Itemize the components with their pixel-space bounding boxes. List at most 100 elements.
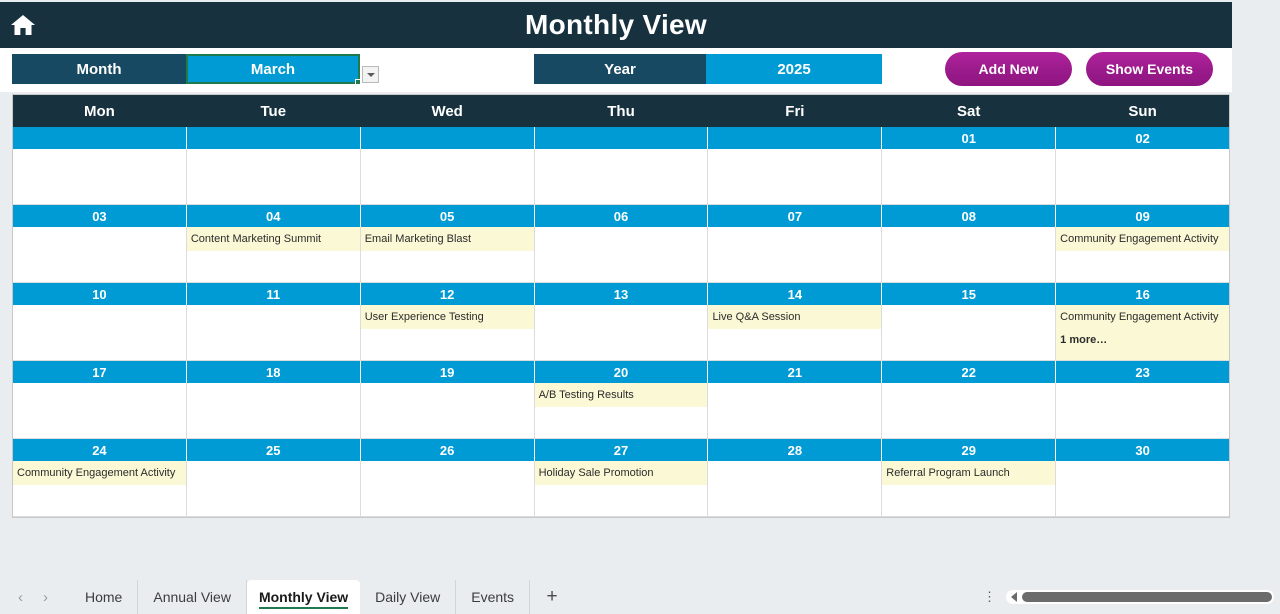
day-cell[interactable] xyxy=(13,305,187,361)
date-cell[interactable]: 11 xyxy=(186,283,361,305)
event-item[interactable]: User Experience Testing xyxy=(360,305,534,329)
date-cell[interactable]: 12 xyxy=(360,283,535,305)
date-cell[interactable]: 20 xyxy=(534,361,709,383)
day-cell[interactable] xyxy=(186,461,361,517)
day-cell[interactable] xyxy=(708,149,883,205)
month-select-cell[interactable]: March xyxy=(186,54,361,85)
date-cell[interactable]: 04 xyxy=(186,205,361,227)
event-item[interactable]: Community Engagement Activity xyxy=(1056,305,1230,329)
date-cell[interactable]: 10 xyxy=(13,283,187,305)
day-cell[interactable] xyxy=(186,149,361,205)
chevron-down-icon xyxy=(366,72,375,77)
day-cell[interactable]: User Experience Testing xyxy=(360,305,535,361)
prev-sheet-icon[interactable]: ‹ xyxy=(18,589,23,606)
next-sheet-icon[interactable]: › xyxy=(43,589,48,606)
day-cell[interactable]: Referral Program Launch xyxy=(882,461,1057,517)
date-cell[interactable]: 15 xyxy=(882,283,1057,305)
sheet-tab-daily-view[interactable]: Daily View xyxy=(360,580,457,614)
day-cell[interactable]: Holiday Sale Promotion xyxy=(534,461,709,517)
event-item[interactable]: Community Engagement Activity xyxy=(1056,227,1230,251)
month-dropdown-button[interactable] xyxy=(362,66,379,83)
event-item[interactable]: Holiday Sale Promotion xyxy=(534,461,708,485)
show-events-button[interactable]: Show Events xyxy=(1086,52,1213,86)
event-item[interactable]: Email Marketing Blast xyxy=(360,227,534,251)
day-cell[interactable] xyxy=(186,383,361,439)
scroll-left-icon[interactable] xyxy=(1011,592,1017,602)
date-cell[interactable]: 08 xyxy=(882,205,1057,227)
day-cell[interactable] xyxy=(13,227,187,283)
date-cell[interactable]: 17 xyxy=(13,361,187,383)
date-cell[interactable]: 26 xyxy=(360,439,535,461)
date-cell[interactable]: 03 xyxy=(13,205,187,227)
date-cell[interactable]: 24 xyxy=(13,439,187,461)
more-events-link[interactable]: 1 more… xyxy=(1056,329,1230,351)
date-cell[interactable]: 14 xyxy=(708,283,883,305)
event-item[interactable]: Live Q&A Session xyxy=(708,305,882,329)
day-cell[interactable]: Community Engagement Activity xyxy=(13,461,187,517)
date-cell[interactable]: 07 xyxy=(708,205,883,227)
date-cell[interactable]: 27 xyxy=(534,439,709,461)
add-sheet-button[interactable]: + xyxy=(530,586,574,608)
date-cell[interactable]: 05 xyxy=(360,205,535,227)
day-cell[interactable] xyxy=(534,227,709,283)
day-cell[interactable] xyxy=(882,149,1057,205)
day-of-week-header-row: Mon Tue Wed Thu Fri Sat Sun xyxy=(13,95,1229,127)
date-cell[interactable]: 06 xyxy=(534,205,709,227)
day-cell[interactable] xyxy=(1056,383,1230,439)
date-cell[interactable]: 21 xyxy=(708,361,883,383)
day-cell[interactable] xyxy=(708,461,883,517)
event-item[interactable]: Referral Program Launch xyxy=(882,461,1056,485)
scrollbar-thumb[interactable] xyxy=(1022,592,1272,602)
day-cell[interactable] xyxy=(186,305,361,361)
date-cell[interactable]: 30 xyxy=(1056,439,1230,461)
day-cell[interactable]: Content Marketing Summit xyxy=(186,227,361,283)
date-cell[interactable]: 02 xyxy=(1056,127,1230,149)
day-cell[interactable] xyxy=(882,383,1057,439)
date-cell[interactable]: 13 xyxy=(534,283,709,305)
sheet-tab-home[interactable]: Home xyxy=(70,580,139,614)
day-cell[interactable] xyxy=(360,149,535,205)
year-value-cell[interactable]: 2025 xyxy=(706,54,882,84)
day-cell[interactable] xyxy=(534,149,709,205)
date-cell[interactable]: 19 xyxy=(360,361,535,383)
date-cell[interactable]: 25 xyxy=(186,439,361,461)
day-cell[interactable] xyxy=(882,227,1057,283)
horizontal-scrollbar[interactable] xyxy=(1006,590,1274,604)
date-row: 17 18 19 20 21 22 23 xyxy=(13,361,1230,383)
day-cell[interactable] xyxy=(360,383,535,439)
day-cell[interactable]: Community Engagement Activity xyxy=(1056,227,1230,283)
day-header-fri: Fri xyxy=(708,95,883,127)
date-cell[interactable]: 18 xyxy=(186,361,361,383)
day-cell[interactable]: A/B Testing Results xyxy=(534,383,709,439)
sheet-tab-monthly-view[interactable]: Monthly View xyxy=(246,580,361,614)
date-cell[interactable]: 29 xyxy=(882,439,1057,461)
date-cell[interactable]: 09 xyxy=(1056,205,1230,227)
day-cell[interactable]: Live Q&A Session xyxy=(708,305,883,361)
more-options-icon[interactable]: ⋮ xyxy=(973,589,1006,605)
event-item[interactable]: Community Engagement Activity xyxy=(13,461,186,485)
day-cell[interactable]: Email Marketing Blast xyxy=(360,227,535,283)
event-item[interactable]: Content Marketing Summit xyxy=(186,227,360,251)
add-new-button[interactable]: Add New xyxy=(945,52,1072,86)
day-cell[interactable] xyxy=(708,383,883,439)
date-cell[interactable]: 23 xyxy=(1056,361,1230,383)
day-header-tue: Tue xyxy=(187,95,361,127)
day-cell[interactable] xyxy=(708,227,883,283)
date-cell[interactable]: 16 xyxy=(1056,283,1230,305)
day-cell[interactable] xyxy=(534,305,709,361)
day-cell[interactable] xyxy=(13,383,187,439)
date-cell[interactable]: 22 xyxy=(882,361,1057,383)
event-item[interactable]: A/B Testing Results xyxy=(534,383,708,407)
date-cell[interactable]: 28 xyxy=(708,439,883,461)
day-cell[interactable] xyxy=(360,461,535,517)
sheet-tab-annual-view[interactable]: Annual View xyxy=(138,580,247,614)
date-cell[interactable]: 01 xyxy=(882,127,1057,149)
day-cell[interactable] xyxy=(1056,461,1230,517)
sheet-tab-events[interactable]: Events xyxy=(456,580,531,614)
fill-handle[interactable] xyxy=(355,79,361,85)
day-cell[interactable] xyxy=(13,149,187,205)
day-cell[interactable] xyxy=(1056,149,1230,205)
day-cell[interactable] xyxy=(882,305,1057,361)
date-cell-empty xyxy=(708,127,883,149)
day-cell[interactable]: Community Engagement Activity 1 more… xyxy=(1056,305,1230,361)
